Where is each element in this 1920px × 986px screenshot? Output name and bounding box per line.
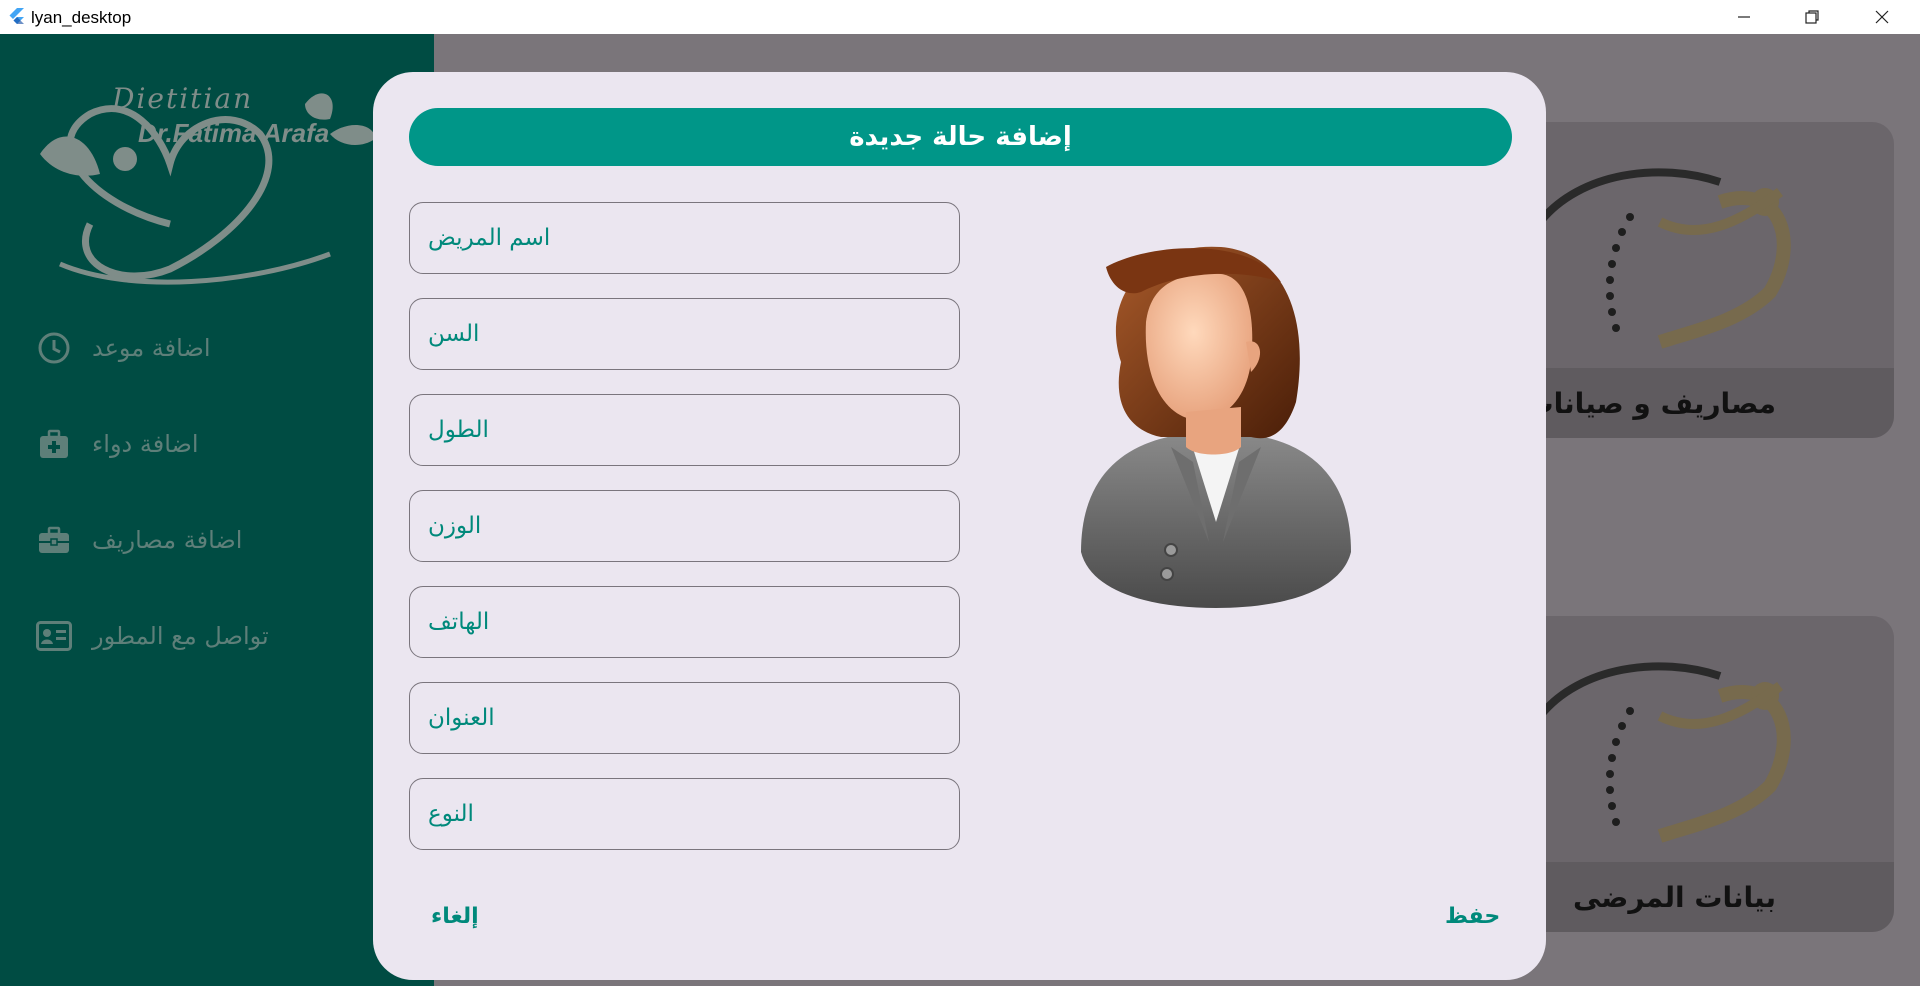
save-button[interactable]: حفظ: [1445, 904, 1500, 929]
address-field[interactable]: [409, 682, 960, 754]
dialog-title: إضافة حالة جديدة: [849, 122, 1072, 152]
logo-title: Dietitian: [112, 82, 254, 115]
wellness-logo-icon: [1540, 662, 1791, 843]
weight-field[interactable]: [409, 490, 960, 562]
gender-input[interactable]: [410, 779, 959, 849]
window-title: lyan_desktop: [31, 8, 132, 27]
restore-icon: [1805, 10, 1819, 24]
wellness-logo-icon: [1540, 168, 1791, 349]
sidebar: Dietitian Dr.Fatima Arafa اضافة موعد اضا…: [0, 34, 434, 986]
close-icon: [1875, 10, 1889, 24]
window-titlebar: lyan_desktop: [0, 0, 1920, 34]
gender-field[interactable]: [409, 778, 960, 850]
minimize-button[interactable]: [1710, 0, 1778, 34]
flutter-icon: [9, 8, 24, 24]
height-input[interactable]: [410, 395, 959, 465]
briefcase-icon: [36, 522, 72, 558]
nav-label: اضافة موعد: [92, 334, 211, 362]
medical-kit-icon: [36, 426, 72, 462]
address-input[interactable]: [410, 683, 959, 753]
logo-name: Dr.Fatima Arafa: [138, 118, 330, 148]
nav-add-medicine[interactable]: اضافة دواء: [36, 424, 416, 464]
height-field[interactable]: [409, 394, 960, 466]
weight-input[interactable]: [410, 491, 959, 561]
age-input[interactable]: [410, 299, 959, 369]
female-patient-avatar: [1081, 246, 1351, 608]
age-field[interactable]: [409, 298, 960, 370]
phone-input[interactable]: [410, 587, 959, 657]
card-patient-data[interactable]: بيانات المرضى: [1520, 616, 1894, 932]
card-expenses-maintenance[interactable]: مصاريف و صيانات: [1520, 122, 1894, 438]
nav-label: تواصل مع المطور: [92, 622, 269, 650]
nav-label: اضافة دواء: [92, 430, 199, 458]
phone-field[interactable]: [409, 586, 960, 658]
cancel-button[interactable]: إلغاء: [431, 904, 479, 929]
patient-name-field[interactable]: [409, 202, 960, 274]
dialog-header: إضافة حالة جديدة: [409, 108, 1512, 166]
close-button[interactable]: [1848, 0, 1916, 34]
nav-add-appointment[interactable]: اضافة موعد: [36, 328, 416, 368]
card-label: مصاريف و صيانات: [1525, 387, 1776, 420]
nav-label: اضافة مصاريف: [92, 526, 243, 554]
minimize-icon: [1738, 16, 1750, 18]
nav-contact-developer[interactable]: تواصل مع المطور: [36, 616, 416, 656]
clock-icon: [36, 330, 72, 366]
card-label: بيانات المرضى: [1572, 881, 1776, 914]
nav-add-expenses[interactable]: اضافة مصاريف: [36, 520, 416, 560]
restore-button[interactable]: [1778, 0, 1846, 34]
contact-card-icon: [36, 618, 72, 654]
patient-name-input[interactable]: [410, 203, 959, 273]
add-case-dialog: إضافة حالة جديدة إلغاء: [373, 72, 1546, 980]
